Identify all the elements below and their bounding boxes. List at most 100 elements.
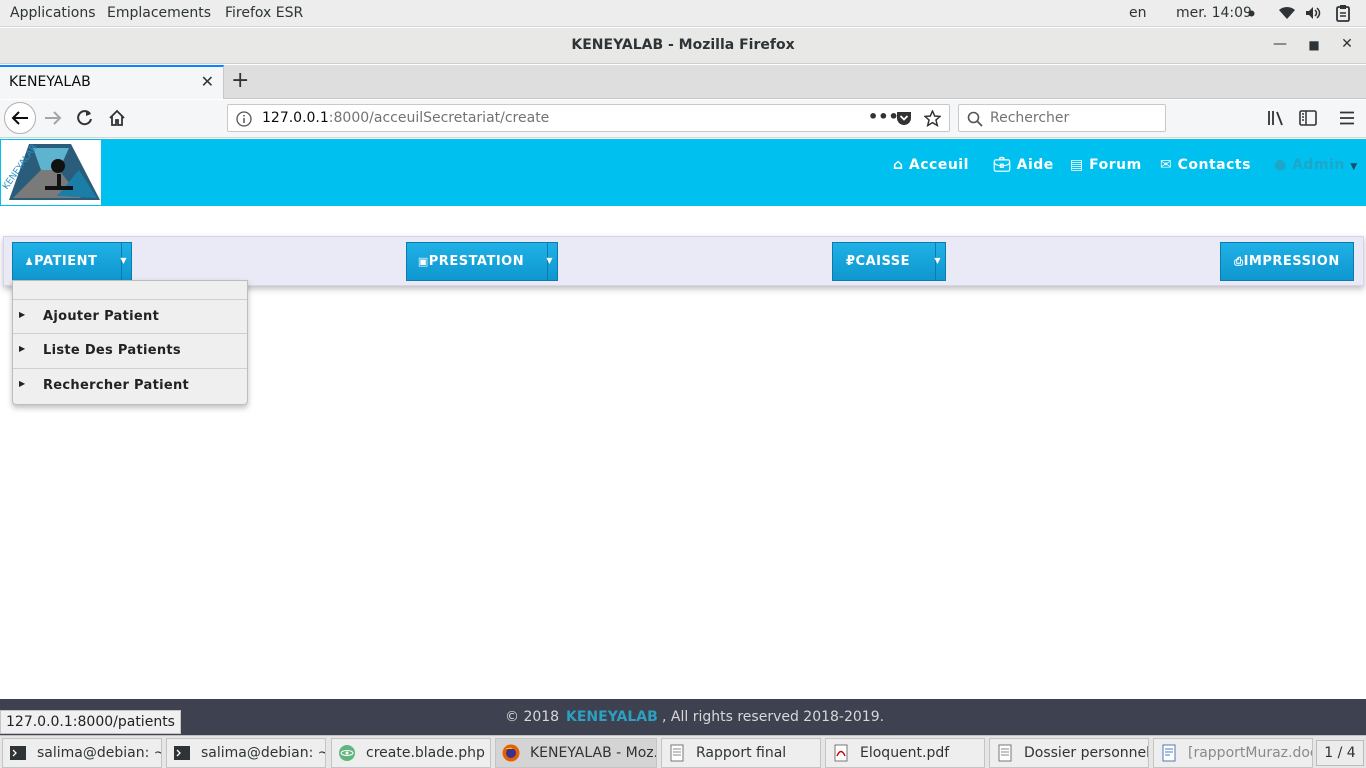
notification-dot-icon: [1248, 10, 1255, 17]
medkit-icon: ▣: [417, 255, 429, 268]
site-logo[interactable]: KENEYALAB: [1, 140, 101, 205]
nav-admin-dropdown[interactable]: ● Admin ▼: [1274, 157, 1358, 173]
task-rapport-final[interactable]: Rapport final: [661, 738, 821, 768]
nav-aide-label: Aide: [1016, 157, 1054, 173]
task-label: salima@debian: ~/...: [37, 745, 161, 761]
back-arrow-icon: [11, 111, 28, 125]
link-status-overlay: 127.0.0.1:8000/patients: [0, 710, 181, 734]
menu-item-ajouter-patient[interactable]: ▶ Ajouter Patient: [13, 299, 247, 333]
power-menu-icon[interactable]: [1335, 5, 1351, 22]
nav-forum[interactable]: ▤ Forum: [1070, 157, 1142, 173]
navigation-toolbar: 127.0.0.1:8000/acceuilSecretariat/create…: [0, 100, 1366, 138]
home-icon: [109, 109, 125, 126]
nav-aide[interactable]: 💼︎ Aide: [993, 157, 1054, 173]
impression-button[interactable]: ⎙IMPRESSION: [1220, 242, 1354, 281]
back-button[interactable]: [4, 102, 36, 134]
nav-acceuil-label: Acceuil: [908, 157, 969, 173]
task-eloquent-pdf[interactable]: Eloquent.pdf: [825, 738, 985, 768]
task-terminal-2[interactable]: salima@debian: ~/...: [166, 738, 326, 768]
pdf-icon: [834, 744, 848, 762]
new-tab-button[interactable]: +: [231, 68, 249, 93]
places-menu[interactable]: Emplacements: [107, 5, 211, 21]
nav-acceuil[interactable]: ⌂ Acceuil: [893, 157, 969, 173]
task-atom-editor[interactable]: create.blade.php —...: [331, 738, 491, 768]
caret-right-icon: ▶: [19, 379, 26, 388]
menu-item-label: Ajouter Patient: [43, 309, 160, 324]
user-icon: ♟: [24, 257, 35, 268]
ruble-icon: ₽: [845, 254, 856, 269]
bookmark-star-icon[interactable]: [924, 110, 941, 127]
task-label: KENEYALAB - Moz...: [530, 745, 657, 761]
caret-down-icon[interactable]: ▼: [120, 256, 127, 265]
menu-item-liste-des-patients[interactable]: ▶ Liste Des Patients: [13, 333, 247, 367]
task-label: [rapportMuraz.doc...: [1188, 745, 1312, 761]
library-icon[interactable]: [1267, 110, 1285, 126]
site-footer: © 2018 KENEYALAB , All rights reserved 2…: [0, 699, 1366, 735]
search-icon: [967, 111, 983, 127]
task-rapport-muraz[interactable]: [rapportMuraz.doc...: [1153, 738, 1313, 768]
nav-contacts[interactable]: ✉ Contacts: [1160, 157, 1251, 173]
caret-down-icon[interactable]: ▼: [546, 256, 553, 265]
info-icon[interactable]: [236, 111, 252, 127]
atom-icon: [339, 745, 355, 761]
close-window-button[interactable]: ✕: [1337, 36, 1357, 52]
caret-right-icon: ▶: [19, 310, 26, 319]
footer-brand-link[interactable]: KENEYALAB: [566, 709, 658, 725]
document-icon: [670, 744, 684, 762]
wifi-icon[interactable]: [1278, 6, 1296, 20]
task-terminal-1[interactable]: salima@debian: ~/...: [2, 738, 162, 768]
terminal-icon: [174, 746, 190, 760]
browser-tab[interactable]: KENEYALAB ✕: [0, 65, 224, 99]
forward-arrow-icon: [45, 111, 62, 125]
sidebar-icon[interactable]: [1299, 110, 1317, 126]
reload-icon: [77, 110, 92, 126]
keneyalab-logo-icon: KENEYALAB: [1, 143, 100, 200]
workspace-pager[interactable]: 1 / 4: [1316, 740, 1364, 766]
task-label: Eloquent.pdf: [860, 745, 950, 761]
clock[interactable]: mer. 14:09: [1176, 5, 1252, 21]
minimize-button[interactable]: —: [1270, 36, 1290, 52]
patient-dropdown-menu: ▶ Ajouter Patient ▶ Liste Des Patients ▶…: [12, 280, 248, 405]
firefox-icon: [502, 744, 520, 762]
patient-dropdown-button[interactable]: ♟PATIENT ▼: [12, 242, 132, 281]
tab-strip: KENEYALAB ✕ +: [0, 65, 1366, 99]
menu-item-rechercher-patient[interactable]: ▶ Rechercher Patient: [13, 368, 247, 402]
hamburger-menu-icon[interactable]: [1339, 111, 1355, 125]
task-firefox[interactable]: KENEYALAB - Moz...: [495, 738, 657, 768]
prestation-dropdown-button[interactable]: ▣PRESTATION ▼: [406, 242, 558, 281]
home-button[interactable]: [102, 103, 132, 133]
caisse-dropdown-button[interactable]: ₽CAISSE ▼: [832, 242, 946, 281]
caisse-label: CAISSE: [855, 254, 910, 269]
search-placeholder: Rechercher: [990, 110, 1070, 126]
search-bar[interactable]: Rechercher: [958, 104, 1166, 132]
reload-button[interactable]: [70, 103, 100, 133]
caret-right-icon: ▶: [19, 344, 26, 353]
task-label: create.blade.php —...: [366, 745, 490, 761]
volume-icon[interactable]: [1305, 6, 1323, 20]
language-indicator[interactable]: en: [1129, 5, 1147, 21]
admin-caret-icon: ▼: [1350, 162, 1358, 172]
caret-down-icon[interactable]: ▼: [934, 256, 941, 265]
task-dossier-personnel[interactable]: Dossier personnel: [989, 738, 1149, 768]
menu-item-label: Rechercher Patient: [43, 378, 190, 393]
nav-forum-label: Forum: [1089, 157, 1142, 173]
pocket-icon[interactable]: [896, 111, 912, 126]
page-actions-icon[interactable]: •••: [868, 107, 899, 126]
window-title-bar: KENEYALAB - Mozilla Firefox — ■ ✕: [0, 28, 1366, 64]
prestation-label: PRESTATION: [428, 254, 525, 269]
tab-close-icon[interactable]: ✕: [201, 72, 214, 91]
task-label: Dossier personnel: [1024, 745, 1149, 761]
forward-button[interactable]: [38, 103, 68, 133]
impression-label: IMPRESSION: [1243, 254, 1340, 269]
url-text[interactable]: 127.0.0.1:8000/acceuilSecretariat/create: [262, 110, 549, 126]
folder-icon: [998, 744, 1012, 762]
action-toolbar: ♟PATIENT ▼ ▣PRESTATION ▼ ₽CAISSE ▼ ⎙IMPR…: [3, 236, 1364, 286]
url-path: :8000/acceuilSecretariat/create: [328, 110, 550, 126]
footer-copyright: © 2018: [505, 709, 560, 725]
firefox-app-menu[interactable]: Firefox ESR: [225, 5, 303, 21]
footer-rights: , All rights reserved 2018-2019.: [662, 709, 885, 725]
url-bar[interactable]: 127.0.0.1:8000/acceuilSecretariat/create…: [227, 104, 950, 132]
tab-title: KENEYALAB: [9, 74, 91, 90]
applications-menu[interactable]: Applications: [10, 5, 96, 21]
maximize-button[interactable]: ■: [1304, 38, 1324, 52]
